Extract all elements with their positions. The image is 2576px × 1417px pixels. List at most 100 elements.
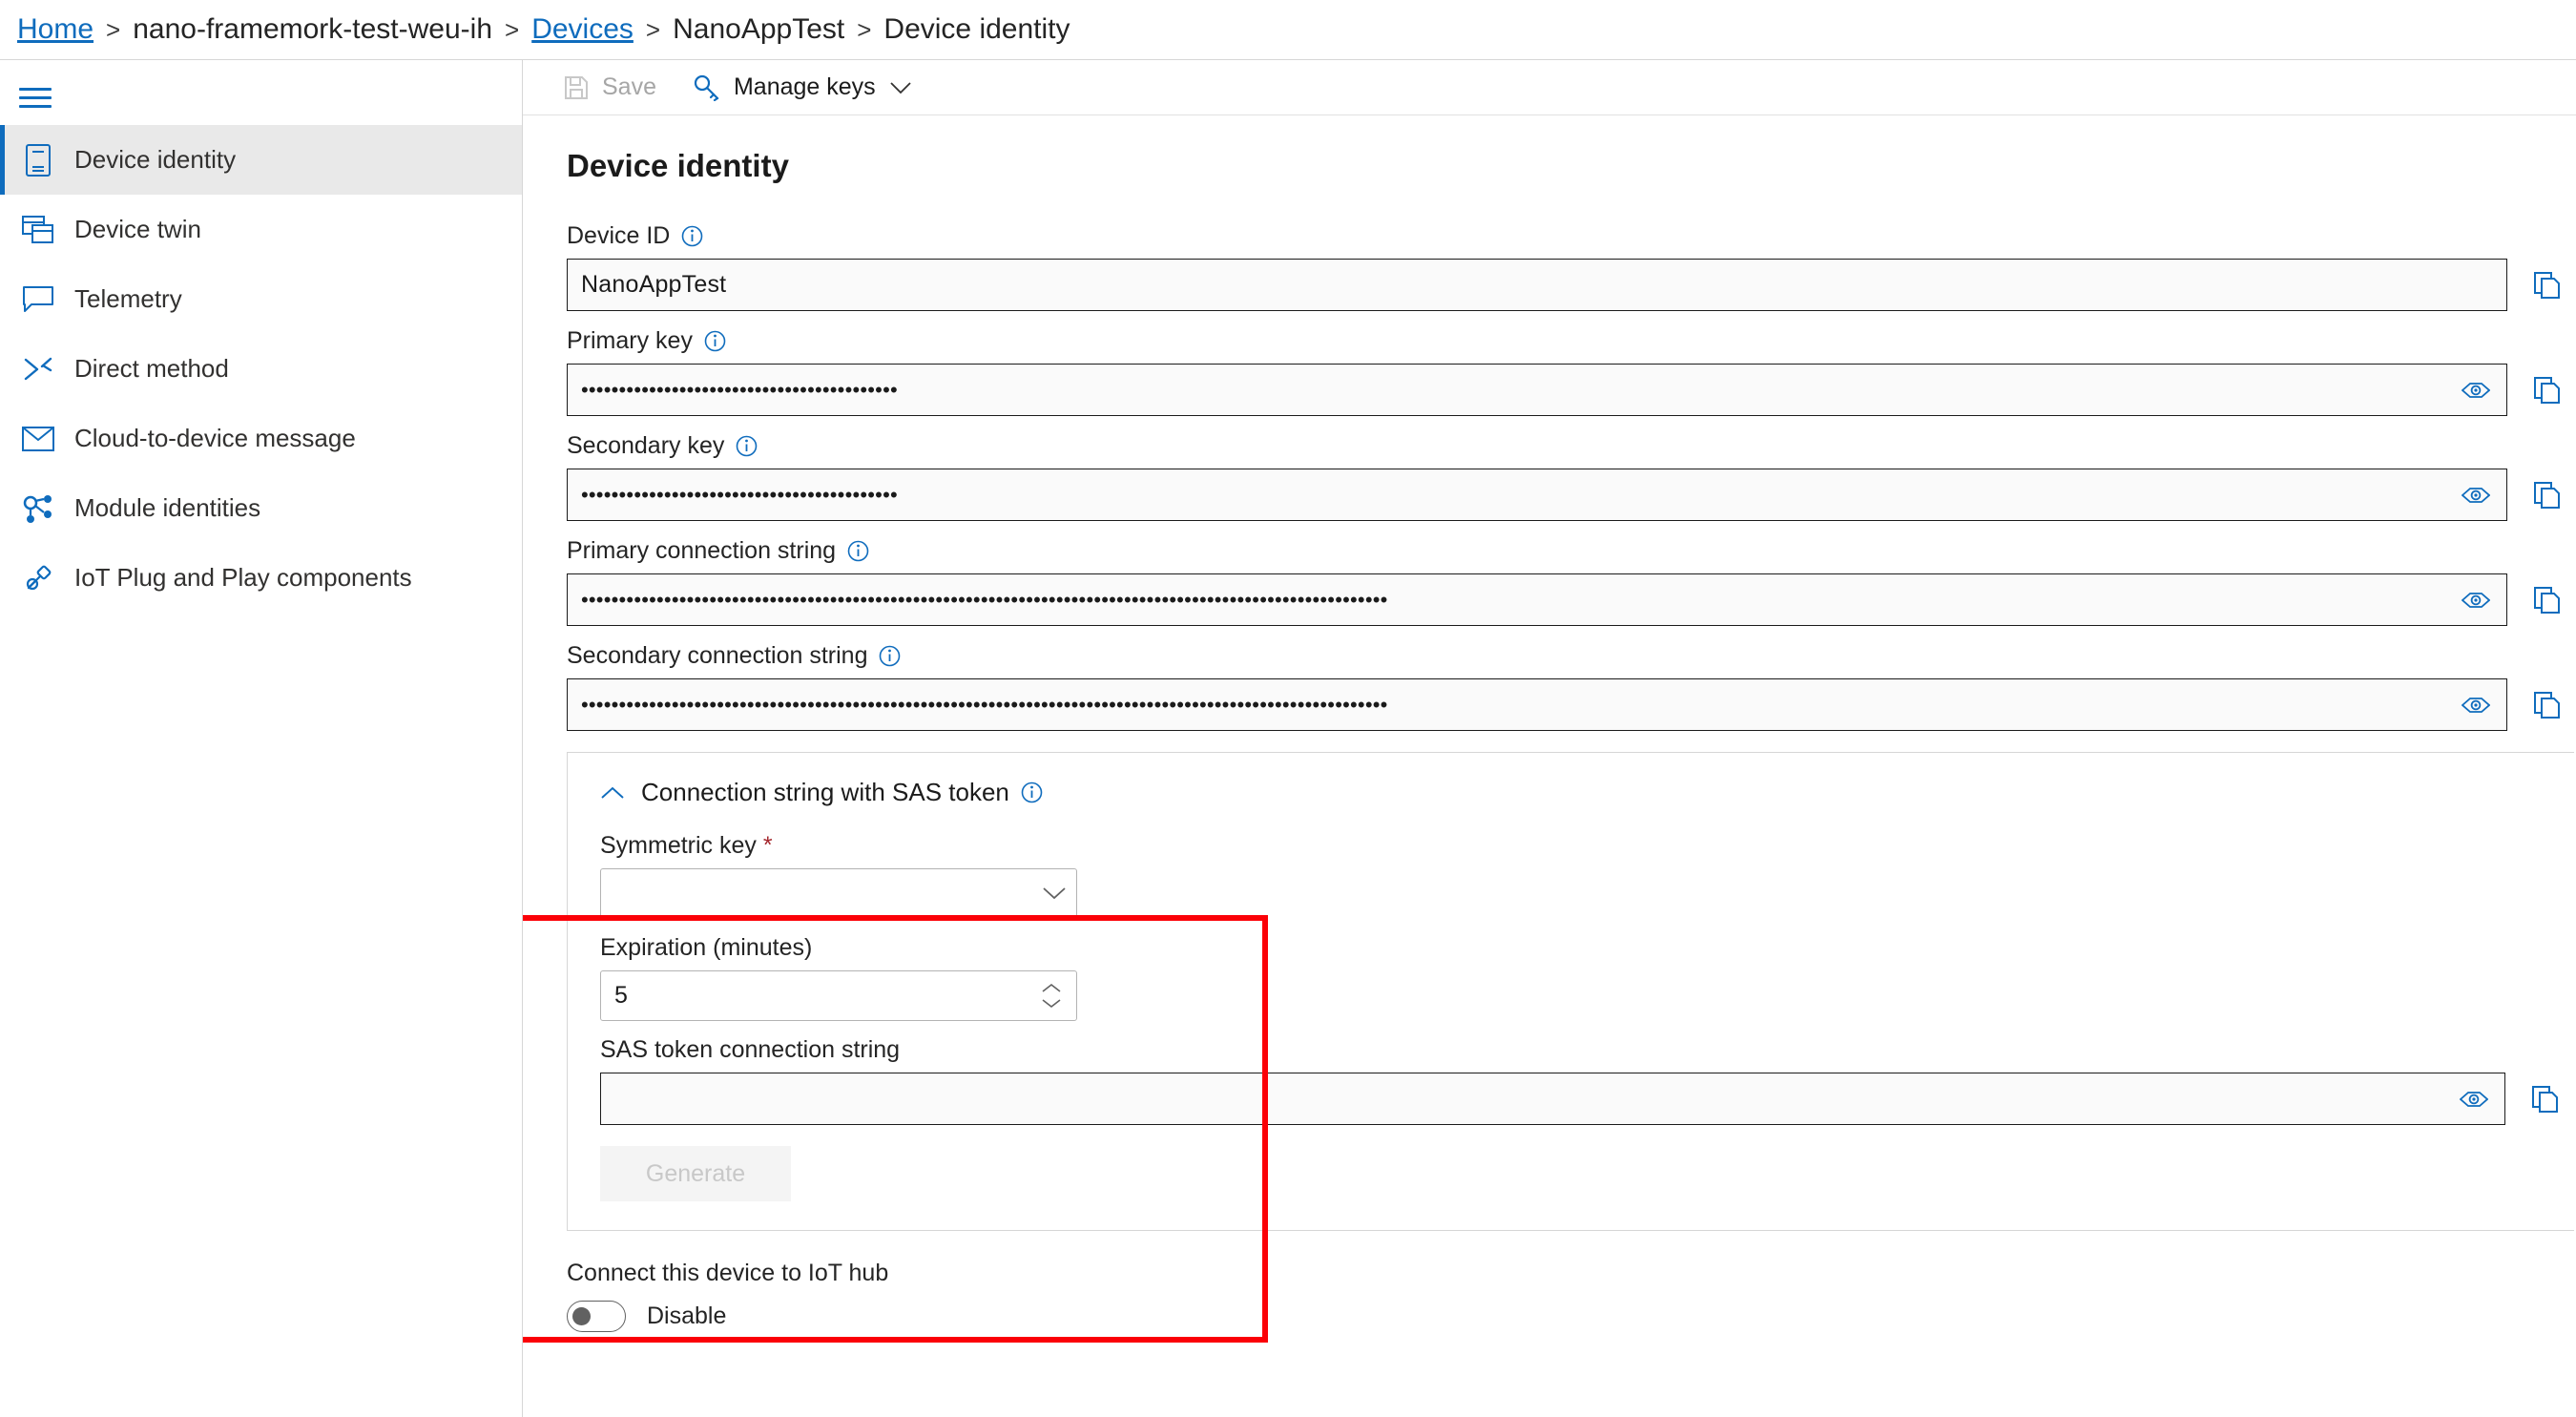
eye-icon[interactable] [2457, 381, 2495, 400]
chevron-up-icon[interactable] [600, 785, 625, 801]
secondary-connection-string-value: ••••••••••••••••••••••••••••••••••••••••… [581, 694, 1388, 716]
secondary-key-input[interactable]: ••••••••••••••••••••••••••••••••••••••••… [567, 469, 2507, 521]
copy-pages-icon[interactable] [2517, 1085, 2574, 1114]
page-title: Device identity [567, 148, 789, 183]
connect-toggle-label: Disable [647, 1302, 727, 1329]
label-text: SAS token connection string [600, 1036, 901, 1063]
save-button[interactable]: Save [551, 67, 666, 109]
manage-keys-label: Manage keys [733, 73, 876, 100]
field-secondary-connection-string: Secondary connection string ••••••••••••… [567, 642, 2576, 731]
label-text: Secondary key [567, 432, 725, 459]
info-circle-icon[interactable] [736, 435, 758, 457]
label-text: Expiration (minutes) [600, 934, 813, 961]
sidebar-item-iot-plug-and-play-components[interactable]: IoT Plug and Play components [0, 543, 522, 613]
input-row: ••••••••••••••••••••••••••••••••••••••••… [567, 573, 2576, 626]
field-label: Secondary key [567, 432, 2576, 460]
primary-key-input[interactable]: ••••••••••••••••••••••••••••••••••••••••… [567, 364, 2507, 416]
input-row [600, 1073, 2574, 1125]
required-marker: * [762, 832, 773, 859]
field-expiration: Expiration (minutes) 5 [600, 934, 2574, 1021]
primary-connection-string-value: ••••••••••••••••••••••••••••••••••••••••… [581, 589, 1388, 611]
sas-panel-header[interactable]: Connection string with SAS token [600, 778, 1049, 807]
eye-icon[interactable] [2457, 486, 2495, 505]
breadcrumb-item-current: Device identity [883, 13, 1070, 45]
label-text: Symmetric key [600, 832, 757, 859]
field-label: Device ID [567, 222, 2576, 250]
breadcrumb-item-home[interactable]: Home [17, 13, 93, 46]
info-circle-icon[interactable] [681, 225, 703, 247]
field-label: Expiration (minutes) [600, 934, 2574, 962]
device-id-value: NanoAppTest [581, 271, 727, 298]
breadcrumb-separator: > [106, 14, 121, 44]
connect-device-label: Connect this device to IoT hub [567, 1260, 889, 1286]
field-label: Primary connection string [567, 537, 2576, 565]
info-circle-icon[interactable] [1021, 781, 1043, 803]
chevron-up-icon[interactable] [1041, 983, 1062, 993]
chevron-down-icon [1042, 880, 1067, 907]
generate-button[interactable]: Generate [600, 1146, 791, 1201]
command-toolbar: Save Manage keys [523, 60, 2576, 115]
eye-icon[interactable] [2457, 591, 2495, 610]
info-circle-icon[interactable] [847, 540, 869, 562]
expiration-stepper[interactable] [1041, 983, 1067, 1009]
sidebar-item-module-identities[interactable]: Module identities [0, 473, 522, 543]
copy-pages-icon[interactable] [2519, 271, 2576, 300]
breadcrumb-separator: > [505, 14, 520, 44]
secondary-connection-string-input[interactable]: ••••••••••••••••••••••••••••••••••••••••… [567, 678, 2507, 731]
field-primary-connection-string: Primary connection string ••••••••••••••… [567, 537, 2576, 626]
eye-icon[interactable] [2455, 1090, 2493, 1109]
sidebar-item-direct-method[interactable]: Direct method [0, 334, 522, 404]
device-icon [17, 143, 59, 177]
breadcrumb-item-device: NanoAppTest [673, 13, 845, 45]
field-device-id: Device ID NanoAppTest [567, 222, 2576, 311]
symmetric-key-dropdown[interactable] [600, 868, 1077, 919]
copy-pages-icon[interactable] [2519, 586, 2576, 615]
sidebar-item-device-twin[interactable]: Device twin [0, 195, 522, 264]
save-label: Save [602, 73, 656, 100]
info-circle-icon[interactable] [879, 645, 901, 667]
connect-device-block: Connect this device to IoT hub Disable [567, 1260, 2576, 1332]
copy-pages-icon[interactable] [2519, 481, 2576, 510]
device-identity-pane: Device identity Device ID NanoAppTest Pr… [523, 115, 2576, 1343]
sas-token-input[interactable] [600, 1073, 2505, 1125]
input-row: NanoAppTest [567, 259, 2576, 311]
eye-icon[interactable] [2457, 696, 2495, 715]
breadcrumb-separator: > [645, 14, 661, 44]
sidebar-item-label: Device twin [74, 215, 201, 243]
plug-icon [17, 563, 59, 594]
toggle-knob [572, 1307, 591, 1325]
primary-connection-string-input[interactable]: ••••••••••••••••••••••••••••••••••••••••… [567, 573, 2507, 626]
expiration-input[interactable]: 5 [600, 970, 1077, 1021]
connect-toggle-row: Disable [567, 1301, 2576, 1332]
copy-pages-icon[interactable] [2519, 691, 2576, 719]
sas-token-panel: Connection string with SAS token Symmetr… [567, 752, 2574, 1231]
sidebar-item-label: Direct method [74, 354, 229, 383]
sidebar: Device identity Device twin Telemetry Di… [0, 60, 523, 1417]
sidebar-item-cloud-to-device-message[interactable]: Cloud-to-device message [0, 404, 522, 473]
envelope-icon [17, 426, 59, 451]
sidebar-item-device-identity[interactable]: Device identity [0, 125, 522, 195]
sidebar-collapse-button[interactable] [0, 70, 522, 125]
windows-stack-icon [17, 215, 59, 244]
sas-panel-title: Connection string with SAS token [641, 778, 1009, 806]
label-text: Primary key [567, 327, 693, 354]
sidebar-item-telemetry[interactable]: Telemetry [0, 264, 522, 334]
expiration-value: 5 [614, 982, 628, 1009]
chevron-down-icon[interactable] [1041, 998, 1062, 1009]
sidebar-item-label: Telemetry [74, 284, 182, 313]
sidebar-item-label: Module identities [74, 493, 261, 522]
field-primary-key: Primary key ••••••••••••••••••••••••••••… [567, 327, 2576, 416]
key-icon [693, 74, 723, 101]
sidebar-item-label: Device identity [74, 145, 237, 174]
arrows-cross-icon [17, 355, 59, 384]
label-text: Primary connection string [567, 537, 837, 564]
breadcrumb-item-devices[interactable]: Devices [531, 13, 634, 46]
field-label: Primary key [567, 327, 2576, 355]
connect-device-toggle[interactable] [567, 1301, 626, 1332]
info-circle-icon[interactable] [704, 330, 726, 352]
content-area: Save Manage keys Device identity Device … [523, 60, 2576, 1417]
manage-keys-button[interactable]: Manage keys [683, 67, 922, 109]
copy-pages-icon[interactable] [2519, 376, 2576, 405]
chevron-down-icon [889, 80, 912, 95]
device-id-input[interactable]: NanoAppTest [567, 259, 2507, 311]
